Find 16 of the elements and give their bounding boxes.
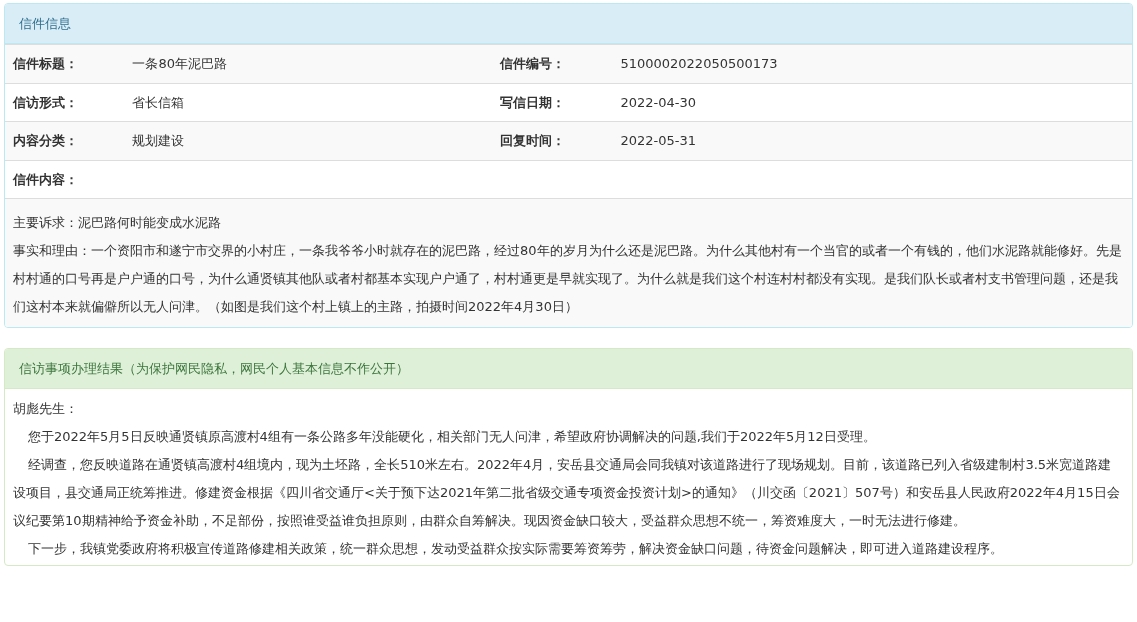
field-label: 信件编号： <box>491 44 613 83</box>
paragraph: 您于2022年5月5日反映通贤镇原高渡村4组有一条公路多年没能硬化，相关部门无人问津，希望政府协调解决的问题,我们于2022年5月12日受理。 <box>26 428 877 446</box>
field-value: 一条80年泥巴路 <box>124 44 492 83</box>
field-label: 回复时间： <box>491 121 613 160</box>
paragraph: 主要诉求：泥巴路何时能变成水泥路 <box>13 214 222 232</box>
paragraph: 事实和理由：一个资阳市和遂宁市交界的小村庄，一条我爷爷小时就存在的泥巴路，经过80年的岁月为什么还是泥巴路。为什么其他村有一个当官的或者一个有钱的，他们水泥路就能修好。先是村村通的口号再是户户通的口号，为什么通贤镇其他队或者村都基本实现户户通了，村村通更是早就实现了。为什么就是我们这个村连村村都没有实现。是我们队长或者村支书管理问题，还是我们这村本来就偏僻所以无人问津。（如图是我们这个村上镇上的主路，拍摄时间2022年4月30日） <box>13 242 1123 316</box>
field-value: 2022-05-31 <box>612 121 1132 160</box>
paragraph: 下一步，我镇党委政府将积极宣传道路修建相关政策，统一群众思想，发动受益群众按实际需要筹资筹劳，解决资金缺口问题，待资金问题解决，即可进入道路建设程序。 <box>26 540 1004 558</box>
salutation: 胡彪先生： <box>13 400 79 418</box>
field-label: 内容分类： <box>5 121 125 160</box>
paragraph: 经调查，您反映道路在通贤镇高渡村4组境内，现为土坯路，全长510米左右。2022年4月，安岳县交通局会同我镇对该道路进行了现场规划。目前，该道路已列入省级建制村3.5米宽道路建设项目，县交通局正统筹推进。修建资金根据《四川省交通厅<关于预下达2021年第二批省级交通专项资金投资计划>的通知》（川交函〔2021〕507号）和安岳县人民政府2022年4月15日会议纪要第10期精神给予资金补助，不足部份，按照谁受益谁负担原则，由群众自筹解决。现因资金缺口较大，受益群众思想不统一，筹资难度大，一时无法进行修建。 <box>13 456 1121 530</box>
field-value: 5100002022050500173 <box>612 44 1132 83</box>
field-value: 规划建设 <box>124 121 492 160</box>
panel-heading: 信访事项办理结果（为保护网民隐私，网民个人基本信息不作公开） <box>5 349 1132 389</box>
panel-heading: 信件信息 <box>5 4 1132 44</box>
field-label: 信件标题： <box>5 44 125 83</box>
